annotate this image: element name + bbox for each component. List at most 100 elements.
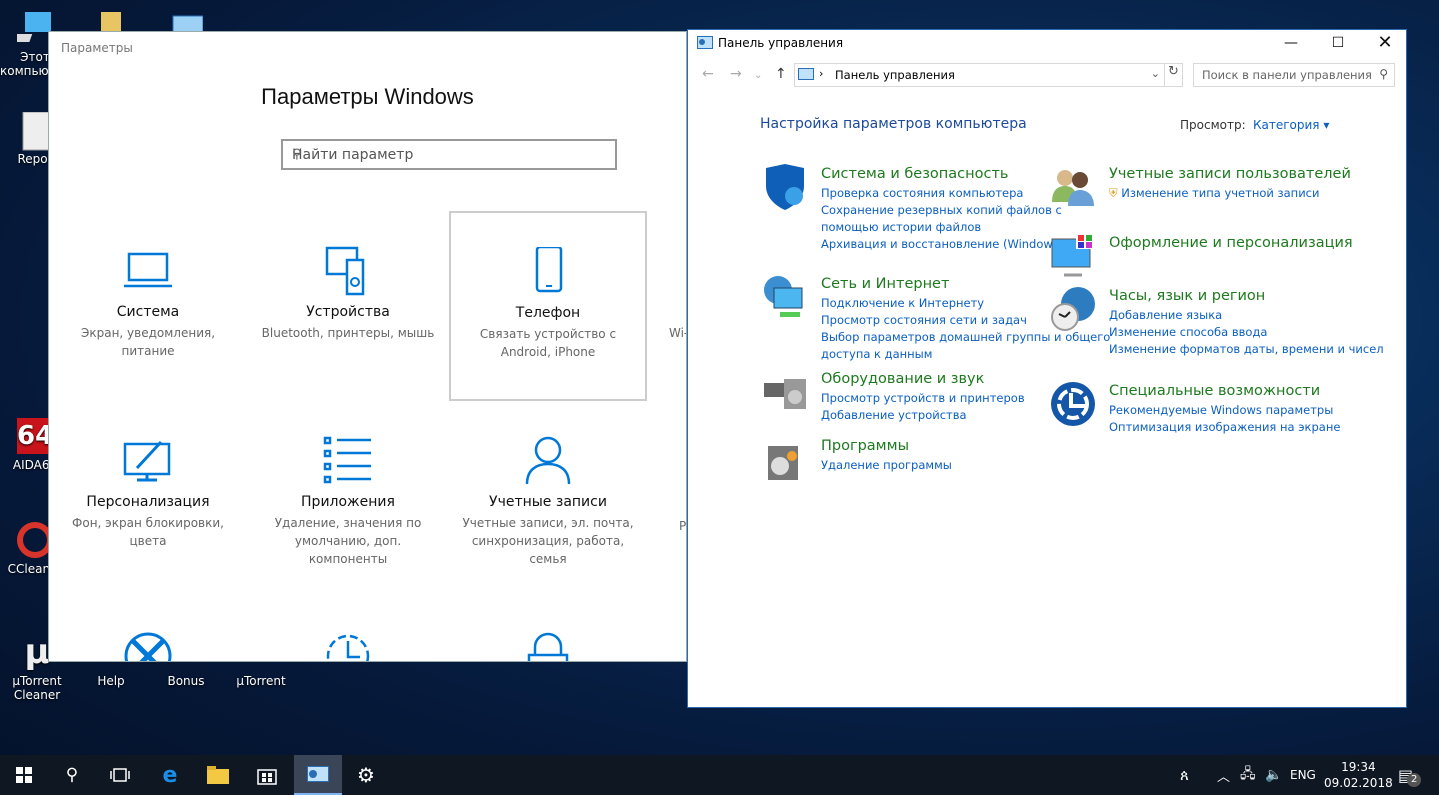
shield-icon	[762, 164, 808, 210]
tile-desc: Wi-	[669, 326, 687, 340]
cp-content: Настройка параметров компьютера Просмотр…	[688, 100, 1406, 707]
uac-shield-icon: ⛨	[1109, 186, 1118, 200]
user-icon	[525, 436, 571, 485]
category-title[interactable]: Программы	[821, 436, 1111, 457]
tile-gaming[interactable]	[49, 597, 247, 661]
forward-button[interactable]: →	[730, 66, 742, 82]
language-label: ENG	[1290, 768, 1316, 782]
breadcrumb-separator: ›	[819, 67, 824, 80]
search-icon: ⚲	[292, 147, 302, 162]
tile-time[interactable]: Р	[649, 402, 686, 592]
search-icon: ⚲	[1379, 67, 1388, 81]
tile-accounts[interactable]: Учетные записи Учетные записи, эл. почта…	[449, 402, 647, 592]
tile-title: Система	[116, 304, 180, 320]
cp-search-input[interactable]: Поиск в панели управления ⚲	[1193, 63, 1395, 87]
chevron-up-icon[interactable]: ︿	[1217, 755, 1230, 795]
accessibility-icon	[1050, 381, 1096, 427]
settings-window: Параметры Параметры Windows Найти параме…	[48, 31, 687, 662]
tile-phone[interactable]: Телефон Связать устройство с Android, iP…	[449, 211, 647, 401]
edge-button[interactable]: e	[146, 755, 194, 795]
maximize-button[interactable]: ☐	[1315, 30, 1361, 56]
people-icon[interactable]: ጰ	[1180, 755, 1189, 795]
control-panel-icon	[307, 766, 329, 782]
programs-icon	[762, 436, 808, 482]
icon-label: Bonus	[167, 674, 205, 688]
link[interactable]: Изменение способа ввода	[1109, 324, 1399, 341]
tile-personalization[interactable]: Персонализация Фон, экран блокировки, цв…	[49, 402, 247, 592]
icon-label: µTorrent Cleaner	[12, 674, 62, 702]
chevron-down-icon[interactable]: ⌄	[1151, 67, 1160, 80]
store-button[interactable]	[243, 755, 291, 795]
time: 19:34	[1341, 760, 1376, 774]
apps-icon	[323, 436, 371, 484]
start-button[interactable]	[0, 755, 48, 795]
tile-title: Учетные записи	[489, 494, 607, 510]
tile-desc: Фон, экран блокировки, цвета	[72, 516, 224, 548]
notification-count: 2	[1407, 773, 1422, 787]
minimize-button[interactable]: —	[1268, 30, 1314, 56]
tile-title: Устройства	[306, 304, 390, 320]
tile-desc: Учетные записи, эл. почта, синхронизация…	[462, 516, 634, 566]
back-button[interactable]: ←	[702, 66, 714, 82]
up-button[interactable]: ↑	[775, 66, 787, 82]
category-title[interactable]: Часы, язык и регион	[1109, 286, 1399, 307]
link[interactable]: Добавление языка	[1109, 307, 1399, 324]
update-icon	[326, 634, 370, 661]
category-title[interactable]: Специальные возможности	[1109, 381, 1399, 402]
settings-search-input[interactable]: Найти параметр ⚲	[281, 139, 617, 170]
network-globe-icon	[762, 274, 808, 320]
date: 09.02.2018	[1324, 776, 1393, 790]
task-view-button[interactable]	[96, 755, 144, 795]
personalization-icon	[123, 440, 171, 482]
action-center-button[interactable]: ▤ 2	[1398, 755, 1422, 795]
search-placeholder: Поиск в панели управления	[1202, 68, 1372, 82]
page-title: Параметры Windows	[261, 84, 474, 109]
link[interactable]: Изменение форматов даты, времени и чисел	[1109, 341, 1399, 358]
edge-icon: e	[162, 762, 178, 788]
recent-dropdown[interactable]: ⌄	[754, 70, 762, 81]
link[interactable]: Рекомендуемые Windows параметры	[1109, 402, 1399, 419]
laptop-icon	[124, 252, 172, 288]
control-panel-icon	[697, 36, 713, 49]
category-appearance: Оформление и персонализация	[1051, 233, 1399, 277]
tile-apps[interactable]: Приложения Удаление, значения по умолчан…	[249, 402, 447, 592]
search-icon: ⚲	[65, 765, 79, 785]
link[interactable]: Удаление программы	[821, 457, 1111, 474]
task-view-icon	[110, 768, 130, 782]
link[interactable]: Оптимизация изображения на экране	[1109, 419, 1399, 436]
address-bar[interactable]: › Панель управления ⌄	[794, 63, 1165, 87]
close-button[interactable]: ✕	[1362, 30, 1408, 56]
network-warning-icon[interactable]: 🖧	[1240, 755, 1256, 795]
control-panel-taskbar-button[interactable]	[294, 755, 342, 795]
icon-label: Help	[97, 674, 125, 688]
tile-update[interactable]	[249, 597, 447, 661]
tile-desc: Экран, уведомления, питание	[80, 326, 216, 358]
link[interactable]: Выбор параметров домашней группы и общег…	[821, 329, 1111, 363]
tile-desc: Удаление, значения по умолчанию, доп. ко…	[274, 516, 422, 566]
category-title[interactable]: Учетные записи пользователей	[1109, 164, 1399, 185]
view-dropdown[interactable]: Категория ▾	[1253, 118, 1329, 132]
refresh-button[interactable]: ↻	[1164, 63, 1183, 87]
link-text: Изменение типа учетной записи	[1121, 186, 1320, 200]
clock[interactable]: 19:34 09.02.2018	[1324, 755, 1393, 795]
tile-title: Приложения	[301, 494, 395, 510]
category-accessibility: Специальные возможности Рекомендуемые Wi…	[1051, 381, 1399, 436]
tile-privacy[interactable]	[449, 597, 647, 661]
clock-globe-icon	[1050, 286, 1096, 332]
settings-taskbar-button[interactable]: ⚙	[342, 755, 390, 795]
windows-logo-icon	[16, 767, 32, 783]
explorer-button[interactable]	[194, 755, 242, 795]
link[interactable]: ⛨ Изменение типа учетной записи	[1109, 185, 1399, 202]
tile-network[interactable]: Wi-	[649, 212, 687, 402]
breadcrumb[interactable]: Панель управления	[835, 68, 955, 82]
page-heading: Настройка параметров компьютера	[760, 116, 1027, 132]
tile-system[interactable]: Система Экран, уведомления, питание	[49, 212, 247, 402]
folder-icon	[207, 766, 229, 784]
tile-devices[interactable]: Устройства Bluetooth, принтеры, мышь	[249, 212, 447, 402]
category-title[interactable]: Оформление и персонализация	[1109, 233, 1399, 254]
volume-icon[interactable]: 🔈	[1265, 755, 1282, 795]
store-icon	[257, 769, 277, 785]
search-button[interactable]: ⚲	[48, 755, 96, 795]
category-programs: Программы Удаление программы	[768, 436, 1111, 480]
language-indicator[interactable]: ENG	[1290, 755, 1316, 795]
